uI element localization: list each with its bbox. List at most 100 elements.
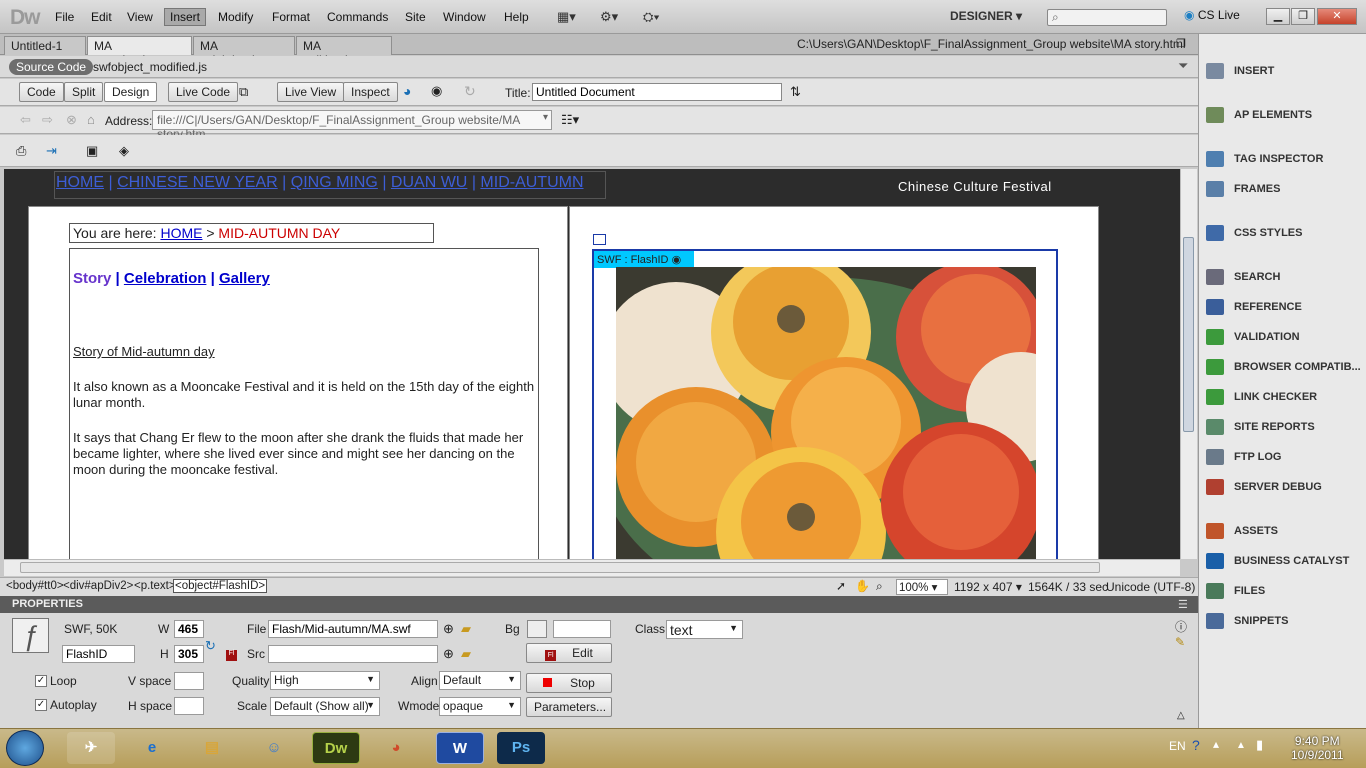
tab-ma-story[interactable]: MA story.html✕	[87, 36, 192, 67]
scale-select[interactable]: Default (Show all) ▼	[270, 697, 380, 716]
explorer-folder-icon[interactable]: ▤	[188, 732, 236, 764]
menu-format[interactable]: Format	[272, 10, 310, 24]
panel-css-styles[interactable]: CSS STYLES	[1206, 223, 1302, 243]
toggle-css-icon[interactable]: ⇥	[46, 143, 57, 159]
reset-size-icon[interactable]: ↻	[205, 638, 216, 654]
menu-help[interactable]: Help	[504, 10, 529, 24]
internet-explorer-icon[interactable]: e	[128, 732, 176, 764]
inspect-button[interactable]: Inspect	[343, 82, 398, 102]
taskbar-app-icon[interactable]: ✈	[67, 732, 115, 764]
scrollbar-thumb[interactable]	[1183, 237, 1194, 432]
vspace-input[interactable]	[174, 672, 204, 690]
nav-link-chinese-new-year[interactable]: CHINESE NEW YEAR	[117, 174, 278, 191]
tab-ma-gall[interactable]: MA gall.html✕	[296, 36, 392, 67]
refresh-icon[interactable]: ↻	[464, 83, 476, 100]
workspace-switcher[interactable]: DESIGNER ▾	[950, 9, 1022, 23]
collapse-icon[interactable]: △	[1177, 710, 1185, 721]
panel-ftp-log[interactable]: FTP LOG	[1206, 447, 1281, 467]
cs-live-button[interactable]: ◉ CS Live	[1184, 8, 1240, 22]
panel-validation[interactable]: VALIDATION	[1206, 327, 1300, 347]
panel-link-checker[interactable]: LINK CHECKER	[1206, 387, 1317, 407]
properties-header[interactable]: PROPERTIES	[0, 596, 1198, 613]
tag-div[interactable]: <div#apDiv2>	[63, 580, 133, 592]
stop-button[interactable]: Stop	[526, 673, 612, 693]
parameters-button[interactable]: Parameters...	[526, 697, 612, 717]
hspace-input[interactable]	[174, 697, 204, 715]
menu-insert[interactable]: Insert	[164, 8, 207, 26]
render-screen-icon[interactable]: ⎙	[16, 143, 26, 159]
height-input[interactable]	[174, 645, 204, 663]
source-code-button[interactable]: Source Code	[9, 59, 94, 75]
document-title-input[interactable]	[532, 83, 782, 101]
nav-link-home[interactable]: HOME	[56, 174, 104, 191]
quality-select[interactable]: High ▼	[270, 671, 380, 690]
design-view-button[interactable]: Design	[104, 82, 158, 102]
panel-menu-icon[interactable]: ☰	[1178, 598, 1188, 611]
flash-edit-icon[interactable]: Fl	[226, 650, 237, 661]
word-icon[interactable]: W	[436, 732, 484, 764]
menu-edit[interactable]: Edit	[91, 10, 112, 24]
filter-icon[interactable]: ⏷	[1178, 58, 1188, 74]
panel-site-reports[interactable]: SITE REPORTS	[1206, 417, 1315, 437]
photoshop-icon[interactable]: Ps	[497, 732, 545, 764]
panel-ap-elements[interactable]: AP ELEMENTS	[1206, 105, 1312, 125]
select-tool-icon[interactable]: ➚	[836, 579, 846, 593]
src-input[interactable]	[268, 645, 438, 663]
menu-file[interactable]: File	[55, 10, 74, 24]
chrome-icon[interactable]: ◕	[372, 732, 420, 764]
chevron-down-icon[interactable]: ▾	[543, 112, 548, 123]
nav-link-qing-ming[interactable]: QING MING	[291, 174, 378, 191]
nav-link-mid-autumn[interactable]: MID-AUTUMN	[480, 174, 583, 191]
flash-object[interactable]: SWF : FlashID ◉	[592, 249, 1058, 559]
menu-commands[interactable]: Commands	[327, 10, 388, 24]
live-code-button[interactable]: Live Code	[168, 82, 239, 102]
panel-search[interactable]: SEARCH	[1206, 267, 1280, 287]
file-input[interactable]	[268, 620, 438, 638]
forward-icon[interactable]: ⇨	[42, 112, 53, 128]
edit-button[interactable]: Fl Edit	[526, 643, 612, 663]
help-search-input[interactable]: ⌕	[1047, 9, 1167, 26]
class-select[interactable]: text ▼	[666, 620, 743, 639]
live-view-button[interactable]: Live View	[277, 82, 345, 102]
subnav-gallery-link[interactable]: Gallery	[219, 270, 270, 287]
bg-color-input[interactable]	[553, 620, 611, 638]
code-view-button[interactable]: Code	[19, 82, 64, 102]
home-icon[interactable]: ⌂	[87, 112, 95, 127]
messenger-icon[interactable]: ☺	[250, 732, 298, 764]
language-indicator[interactable]: EN	[1169, 739, 1186, 753]
nav-link-duan-wu[interactable]: DUAN WU	[391, 174, 467, 191]
address-input[interactable]: file:///C|/Users/GAN/Desktop/F_FinalAssi…	[152, 110, 552, 141]
clock[interactable]: 9:40 PM 10/9/2011	[1291, 734, 1344, 762]
panel-tag-inspector[interactable]: TAG INSPECTOR	[1206, 149, 1323, 169]
site-map-icon[interactable]: ⛭▾	[643, 9, 660, 25]
vertical-scrollbar[interactable]	[1180, 169, 1197, 559]
object-id-input[interactable]	[62, 645, 135, 663]
restore-doc-icon[interactable]: ❐	[1176, 37, 1186, 50]
zoom-tool-icon[interactable]: ⌕	[876, 579, 883, 594]
menu-view[interactable]: View	[127, 10, 153, 24]
dreamweaver-taskbar-icon[interactable]: Dw	[312, 732, 360, 764]
menu-window[interactable]: Window	[443, 10, 486, 24]
css-styles-icon[interactable]: ◈	[119, 143, 129, 159]
align-select[interactable]: Default ▼	[439, 671, 521, 690]
related-file-swfobject[interactable]: swfobject_modified.js	[93, 60, 207, 74]
quick-tag-icon[interactable]: ✎	[1175, 635, 1185, 649]
panel-server-debug[interactable]: SERVER DEBUG	[1206, 477, 1322, 497]
tag-object[interactable]: <object#FlashID>	[173, 579, 268, 593]
loop-checkbox[interactable]: ✓	[35, 675, 47, 687]
width-input[interactable]	[174, 620, 204, 638]
anchor-marker[interactable]	[593, 234, 606, 245]
window-size[interactable]: 1192 x 407 ▾	[954, 580, 1022, 594]
stop-icon[interactable]: ⊗	[66, 112, 77, 128]
folder-icon[interactable]: ▰	[461, 646, 471, 662]
scrollbar-thumb[interactable]	[20, 562, 1100, 573]
panel-assets[interactable]: ASSETS	[1206, 521, 1278, 541]
browser-options-icon[interactable]: ☷▾	[561, 112, 579, 128]
file-management-icon[interactable]: ⇅	[790, 84, 801, 100]
close-window-button[interactable]: ✕	[1317, 8, 1357, 25]
tab-ma-celeb[interactable]: MA celeb.html✕	[193, 36, 295, 67]
breadcrumb-home-link[interactable]: HOME	[160, 225, 202, 241]
gear-icon[interactable]: ⚙▾	[600, 9, 618, 25]
chevron-up-icon[interactable]: ▴	[1213, 737, 1219, 751]
panel-snippets[interactable]: SNIPPETS	[1206, 611, 1288, 631]
